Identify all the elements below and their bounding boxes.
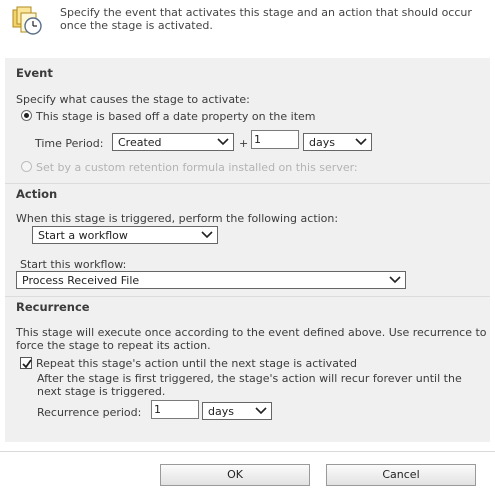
workflow-label: Start this workflow: bbox=[20, 258, 127, 271]
recurrence-period-label: Recurrence period: bbox=[37, 406, 142, 419]
recurrence-description: This stage will execute once according t… bbox=[16, 326, 487, 352]
repeat-action-label: Repeat this stage's action until the nex… bbox=[36, 357, 357, 370]
time-unit-value: days bbox=[309, 136, 335, 149]
time-offset-field[interactable] bbox=[252, 131, 298, 148]
action-section-title: Action bbox=[16, 187, 58, 201]
ok-button[interactable]: OK bbox=[160, 464, 310, 486]
dialog-header: Specify the event that activates this st… bbox=[0, 0, 495, 50]
workflow-select[interactable]: Process Received File bbox=[16, 271, 406, 289]
dialog-description: Specify the event that activates this st… bbox=[60, 6, 472, 32]
plus-sign: + bbox=[239, 137, 249, 150]
custom-formula-radio[interactable] bbox=[21, 161, 32, 172]
chevron-down-icon bbox=[217, 138, 229, 146]
time-period-select[interactable]: Created bbox=[112, 133, 234, 151]
recurrence-unit-select[interactable]: days bbox=[202, 402, 272, 420]
chevron-down-icon bbox=[201, 231, 213, 239]
cancel-button[interactable]: Cancel bbox=[326, 464, 476, 486]
stage-schedule-icon bbox=[12, 6, 42, 35]
recurrence-section-title: Recurrence bbox=[16, 300, 90, 314]
time-offset-input[interactable] bbox=[251, 130, 299, 149]
time-period-label: Time Period: bbox=[35, 137, 104, 150]
custom-formula-label: Set by a custom retention formula instal… bbox=[36, 161, 358, 174]
time-period-value: Created bbox=[118, 136, 162, 149]
action-value: Start a workflow bbox=[38, 229, 128, 242]
recurrence-period-field[interactable] bbox=[152, 401, 198, 418]
action-select[interactable]: Start a workflow bbox=[32, 226, 218, 244]
recurrence-period-input[interactable] bbox=[151, 400, 199, 419]
chevron-down-icon bbox=[255, 407, 267, 415]
recurrence-unit-value: days bbox=[208, 405, 234, 418]
action-prompt: When this stage is triggered, perform th… bbox=[16, 212, 339, 225]
date-property-radio[interactable] bbox=[21, 110, 32, 121]
workflow-value: Process Received File bbox=[22, 274, 140, 287]
chevron-down-icon bbox=[389, 276, 401, 284]
repeat-action-checkbox[interactable] bbox=[20, 357, 32, 369]
event-prompt: Specify what causes the stage to activat… bbox=[16, 93, 250, 106]
section-divider bbox=[5, 183, 490, 184]
repeat-action-note: After the stage is first triggered, the … bbox=[37, 372, 462, 398]
footer-divider bbox=[0, 451, 495, 452]
chevron-down-icon bbox=[355, 138, 367, 146]
date-property-label: This stage is based off a date property … bbox=[36, 110, 316, 123]
event-section-title: Event bbox=[16, 66, 53, 80]
section-divider bbox=[5, 296, 490, 297]
time-unit-select[interactable]: days bbox=[303, 133, 372, 151]
checkmark-icon bbox=[22, 359, 32, 369]
